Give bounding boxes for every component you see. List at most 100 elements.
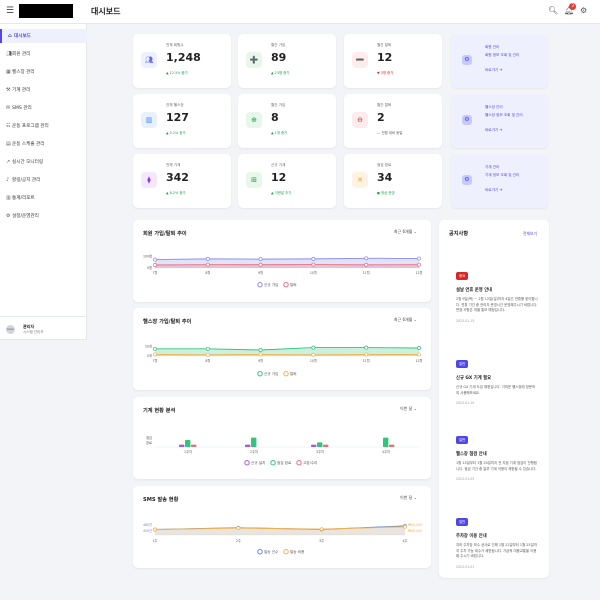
legend-label: 신규 가입 (264, 282, 278, 287)
stat-card[interactable]: ⊕ 월간 가입 8 ▲ 1개 증가 (238, 94, 336, 148)
home-icon: ⌂ (8, 33, 12, 39)
stat-card[interactable]: ✕ 점검 완료 34 ● 정상 운영 (344, 154, 442, 208)
machine-analysis-card: 기계 현황 분석 이번 달 ⌄ 점검 완료 1주차 2주차 3주차 4주차 신규 설치 점검 … (133, 397, 431, 479)
legend-label: 점검 완료 (277, 460, 292, 465)
user-profile[interactable]: User 관리자 시스템 관리자 (0, 316, 87, 340)
legend-marker (244, 459, 250, 466)
sidebar-item-gyms[interactable]: ▦ 헬스장 관리 (0, 65, 87, 79)
legend-marker (283, 548, 289, 555)
notice-title: 헬스장 점검 안내 (456, 452, 487, 457)
notice-date: 2023.01.05 (456, 477, 475, 481)
sidebar-item-notices[interactable]: ♪ 할링/공지 관리 (0, 173, 87, 187)
sidebar-item-sms[interactable]: ✉ SMS 관리 (0, 101, 87, 115)
x-tick-label: 8월 (205, 270, 210, 275)
hamburger-icon[interactable]: ☰ (6, 6, 14, 16)
data-point (153, 263, 157, 267)
view-all-link[interactable]: 전체보기 (523, 231, 537, 237)
dumbbell-icon: ⧫ (141, 172, 157, 188)
bar (245, 444, 251, 447)
avatar: User (6, 325, 15, 334)
stat-card[interactable]: ⧫ 전체 기계 342 ▲ 8.2% 증가 (133, 154, 231, 208)
x-tick-label: 3주 (319, 539, 324, 543)
data-point (417, 256, 421, 261)
stat-card[interactable]: ➖ 월간 탈퇴 12 ▼ 3명 증가 (344, 34, 442, 88)
data-point (417, 346, 421, 350)
notice-body: 신규 GX 기계 도입 예정입니다. 가까운 헬스장에 방문하여 사용해보세요. (456, 385, 536, 395)
y-tick-label: 20개 (145, 344, 152, 349)
sidebar-item-reports[interactable]: ▥ 통계/리포트 (0, 191, 87, 205)
search-icon[interactable]: 🔍︎ (548, 6, 558, 15)
sidebar-item-monitoring[interactable]: ↗ 실시간 모니터링 (0, 155, 87, 169)
data-point (364, 256, 369, 261)
promo-subtitle: 헬스장 정보 조회 및 관리 (485, 113, 523, 117)
sidebar-item-members[interactable]: 👥︎ 회원 관리 (0, 47, 87, 61)
legend-label: 발송 비용 (290, 549, 305, 554)
gear-icon[interactable]: ⚙ (580, 6, 587, 15)
sidebar-item-label: 운동 프로그램 관리 (12, 124, 49, 129)
legend-label: 신규 가입 (264, 371, 278, 376)
sidebar-item-programs[interactable]: ☷ 운동 프로그램 관리 (0, 119, 87, 133)
data-point (311, 345, 316, 350)
notice-item[interactable]: 중요 설날 연휴 운영 안내 2월 9일(목) ~ 2월 12일(일)까지 4일… (456, 262, 538, 323)
data-point (364, 345, 369, 350)
promo-card-members[interactable]: ⚙ 회원 관리 회원 정보 조회 및 관리 바로가기 ➔ (451, 34, 548, 88)
user-plus-icon: ➕ (246, 52, 262, 68)
sidebar-item-label: 헬스장 관리 (12, 70, 35, 75)
notice-date: 2023.01.01 (456, 564, 475, 569)
stat-card[interactable]: ⊖ 월간 탈퇴 2 — 전월 대비 동일 (344, 94, 442, 148)
legend-label: 발송 건수 (264, 549, 279, 554)
user-role: 시스템 관리자 (23, 330, 44, 334)
stat-change: ▲ 이번달 추가 (271, 191, 292, 195)
stat-change: ▲ 8.2% 증가 (166, 191, 186, 195)
x-tick-label: 2주 (236, 539, 241, 543)
users-icon: 👥︎ (141, 52, 157, 68)
stat-card[interactable]: ⊞ 신규 기계 12 ▲ 이번달 추가 (238, 154, 336, 208)
stat-card[interactable]: 👥︎ 전체 회원수 1,248 ▲ 12.5% 증가 (133, 34, 231, 88)
sidebar-item-label: SMS 관리 (12, 106, 32, 111)
logo[interactable] (19, 4, 73, 18)
x-tick-label: 10월 (310, 270, 317, 275)
sidebar-item-machines[interactable]: ⚒ 기계 관리 (0, 83, 87, 97)
x-tick-label: 4주차 (382, 449, 390, 454)
data-point (311, 262, 316, 267)
stat-card[interactable]: ➕ 월간 가입 89 ▲ 23명 증가 (238, 34, 336, 88)
stat-value: 89 (271, 51, 287, 64)
data-point (258, 348, 263, 352)
x-tick-label: 1주 (153, 539, 158, 543)
sidebar-item-dashboard[interactable]: ⌂ 대시보드 (0, 29, 87, 43)
promo-link[interactable]: 바로가기 ➔ (485, 68, 502, 73)
bar (323, 444, 329, 447)
x-tick-label: 9월 (258, 270, 263, 275)
y-tick-label: 100명 (143, 254, 152, 259)
x-tick-label: 12월 (416, 270, 423, 275)
sidebar-item-settings[interactable]: ⚙ 설정/운영관리 (0, 209, 87, 223)
gym-trend-card: 헬스장 가입/탈퇴 추이 최근 6개월 ⌄ 20개 0개 7월 8월 9월 10월 11월 1… (133, 308, 431, 390)
sidebar-item-label: 할링/공지 관리 (12, 178, 41, 183)
legend-label: 고장/수리 (303, 460, 317, 465)
stat-label: 월간 탈퇴 (377, 103, 392, 107)
promo-subtitle: 기계 정보 조회 및 관리 (485, 173, 520, 177)
stat-change: ▲ 12.5% 증가 (166, 71, 188, 75)
data-point (403, 524, 407, 529)
notice-item[interactable]: 일반 주차장 이용 안내 지하 주차장 보수 공사로 인해 1월 22일부터 1… (456, 508, 538, 569)
promo-card-machines[interactable]: ⚙ 기계 관리 기계 정보 조회 및 관리 바로가기 ➔ (451, 154, 548, 208)
stat-label: 전체 헬스장 (166, 103, 184, 107)
stat-card[interactable]: ▥ 전체 헬스장 127 ▲ 5.2% 증가 (133, 94, 231, 148)
sidebar-item-label: 운동 스케줄 관리 (12, 142, 45, 147)
notice-item[interactable]: 일반 헬스장 점검 안내 1월 15일부터 1월 20일까지 전 지점 기계 점… (456, 426, 538, 481)
stat-value: 12 (271, 171, 287, 184)
promo-card-gyms[interactable]: ⚙ 헬스장 관리 헬스장 정보 조회 및 관리 바로가기 ➔ (451, 94, 548, 148)
bell-icon: ♪ (6, 177, 10, 183)
sidebar-item-schedules[interactable]: ▤ 운동 스케줄 관리 (0, 137, 87, 151)
notice-item[interactable]: 일반 신규 GX 기계 필요 신규 GX 기계 도입 예정입니다. 가까운 헬스… (456, 350, 538, 405)
x-tick-label: 3주차 (316, 449, 324, 454)
stat-value: 127 (166, 111, 189, 124)
minus-circle-icon: ⊖ (352, 112, 368, 128)
y-tick-label-right: ₩50,000 (408, 523, 422, 527)
promo-link[interactable]: 바로가기 ➔ (485, 188, 502, 193)
stat-change: ▲ 1개 증가 (271, 131, 288, 135)
plus-circle-icon: ⊕ (246, 112, 262, 128)
legend-marker (283, 281, 289, 288)
bar (317, 442, 323, 447)
promo-link[interactable]: 바로가기 ➔ (485, 128, 502, 133)
